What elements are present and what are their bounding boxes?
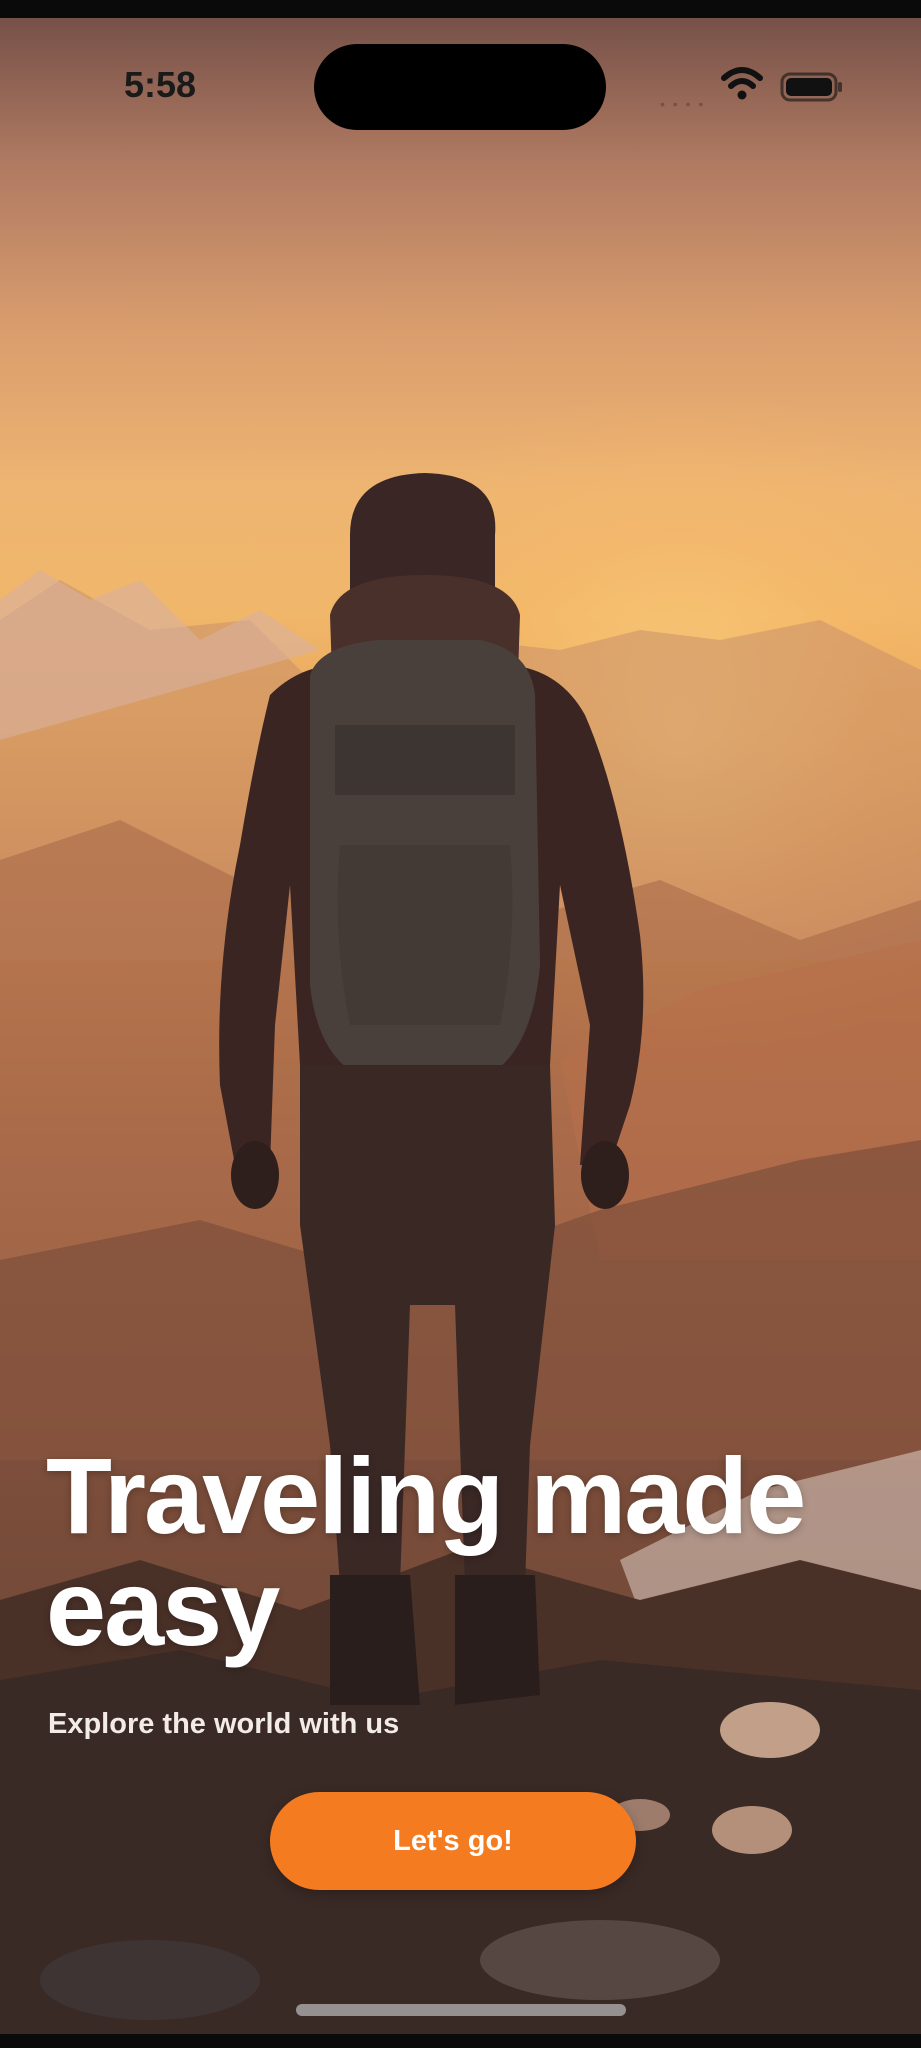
home-indicator[interactable] <box>296 2004 626 2016</box>
cellular-signal-icon: • • • • <box>660 96 706 112</box>
lets-go-button[interactable]: Let's go! <box>270 1792 636 1890</box>
top-frame-bar <box>0 0 921 18</box>
hero-subtitle: Explore the world with us <box>48 1708 400 1740</box>
hero-headline: Traveling made easy <box>46 1435 806 1668</box>
onboarding-screen: 5:58 • • • • Traveling made easy Explore… <box>0 0 921 2048</box>
status-time: 5:58 <box>124 64 197 105</box>
dynamic-island <box>314 44 606 130</box>
bottom-frame-bar <box>0 2034 921 2048</box>
status-icons: • • • • <box>660 66 850 112</box>
wifi-icon <box>721 67 763 100</box>
battery-icon <box>780 72 842 102</box>
